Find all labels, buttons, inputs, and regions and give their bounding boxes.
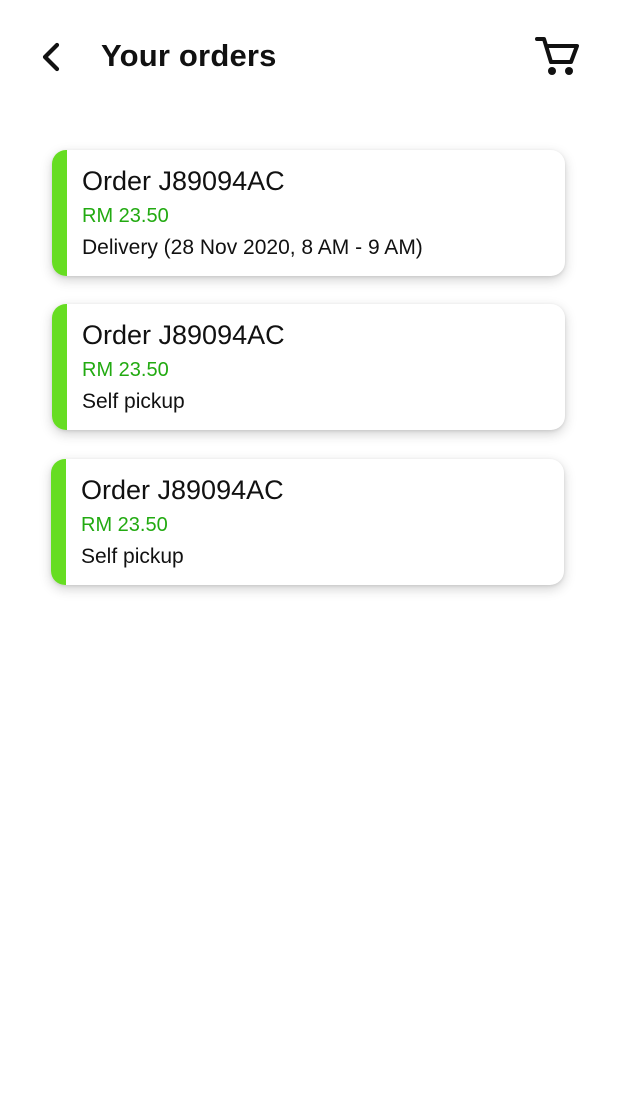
- order-fulfillment-method: Delivery (28 Nov 2020, 8 AM - 9 AM): [82, 236, 423, 259]
- order-card[interactable]: Order J89094AC RM 23.50 Self pickup: [52, 304, 565, 430]
- order-price: RM 23.50: [81, 514, 168, 536]
- order-price: RM 23.50: [82, 205, 169, 227]
- order-fulfillment-method: Self pickup: [82, 390, 185, 413]
- chevron-left-icon: [42, 42, 60, 72]
- order-fulfillment-method: Self pickup: [81, 545, 184, 568]
- page-title: Your orders: [101, 38, 277, 73]
- back-button[interactable]: [30, 36, 72, 78]
- cart-button[interactable]: [530, 32, 584, 82]
- app-header: Your orders: [0, 0, 617, 115]
- order-price: RM 23.50: [82, 359, 169, 381]
- order-title: Order J89094AC: [82, 320, 285, 350]
- order-card[interactable]: Order J89094AC RM 23.50 Self pickup: [51, 459, 564, 585]
- order-title: Order J89094AC: [82, 166, 285, 196]
- card-accent: [52, 304, 67, 430]
- card-accent: [52, 150, 67, 276]
- order-card[interactable]: Order J89094AC RM 23.50 Delivery (28 Nov…: [52, 150, 565, 276]
- cart-icon: [535, 37, 579, 75]
- order-title: Order J89094AC: [81, 475, 284, 505]
- card-accent: [51, 459, 66, 585]
